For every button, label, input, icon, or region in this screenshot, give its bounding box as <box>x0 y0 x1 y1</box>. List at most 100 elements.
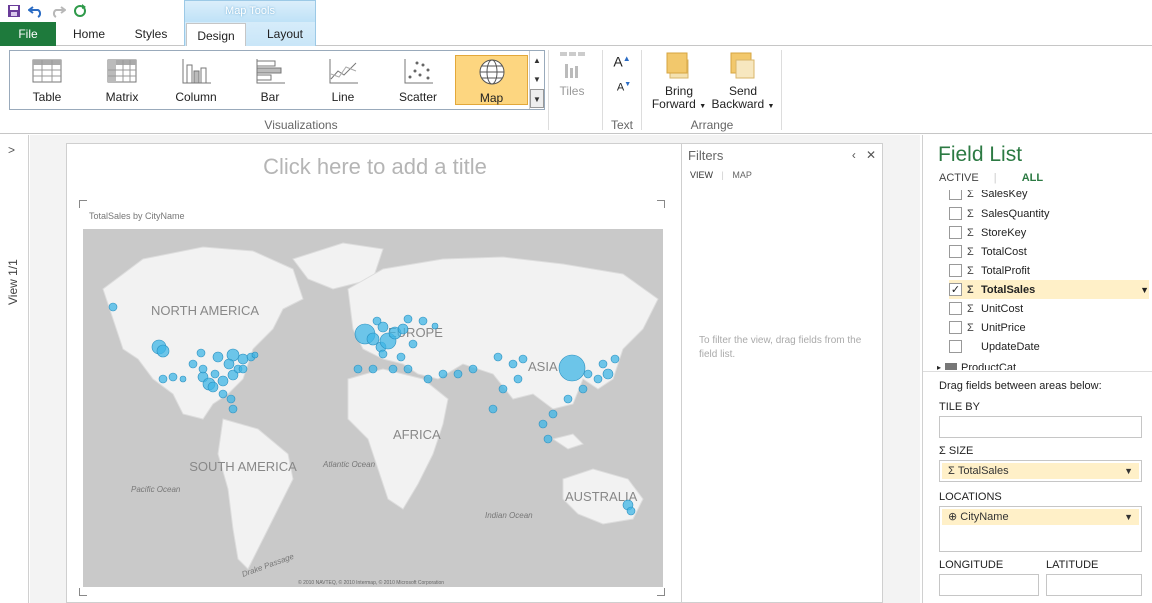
city-bubble[interactable] <box>212 351 224 363</box>
city-bubble[interactable] <box>198 364 208 374</box>
checkbox-checked[interactable]: ✓ <box>949 283 962 296</box>
gallery-more-icon[interactable]: ▼ <box>530 89 544 108</box>
city-bubble[interactable] <box>518 354 528 364</box>
resize-handle[interactable] <box>79 588 87 596</box>
resize-handle[interactable] <box>657 200 665 208</box>
locations-drop-zone[interactable]: ⊕ CityName ▼ <box>939 506 1142 552</box>
save-icon[interactable] <box>6 3 22 19</box>
city-bubble[interactable] <box>431 322 439 330</box>
map-visualization[interactable]: NORTH AMERICA EUROPE ASIA AFRICA SOUTH A… <box>83 229 663 587</box>
city-bubble[interactable] <box>397 323 409 335</box>
city-bubble[interactable] <box>228 404 238 414</box>
city-bubble[interactable] <box>626 506 636 516</box>
city-bubble[interactable] <box>453 369 463 379</box>
city-bubble[interactable] <box>158 374 168 384</box>
decrease-font-button[interactable]: A▼ <box>614 78 634 95</box>
field-row[interactable]: Σ UnitPrice <box>949 318 1149 337</box>
city-bubble[interactable] <box>251 351 259 359</box>
city-bubble[interactable] <box>488 404 498 414</box>
collapse-filters-icon[interactable]: ‹ <box>852 148 856 162</box>
viz-table-button[interactable]: Table <box>12 55 82 105</box>
city-bubble[interactable] <box>508 359 518 369</box>
city-bubble[interactable] <box>378 349 388 359</box>
city-bubble[interactable] <box>368 364 378 374</box>
city-bubble[interactable] <box>366 332 380 346</box>
viz-matrix-button[interactable]: Matrix <box>87 55 157 105</box>
city-bubble[interactable] <box>498 384 508 394</box>
city-bubble[interactable] <box>583 369 593 379</box>
city-bubble[interactable] <box>403 364 413 374</box>
viz-map-button[interactable]: Map <box>455 55 528 105</box>
city-bubble[interactable] <box>418 316 428 326</box>
checkbox[interactable] <box>949 302 962 315</box>
city-bubble[interactable] <box>468 364 478 374</box>
redo-icon[interactable] <box>50 3 66 19</box>
city-bubble[interactable] <box>353 364 363 374</box>
city-bubble[interactable] <box>408 339 418 349</box>
viz-line-button[interactable]: Line <box>308 55 378 105</box>
city-bubble[interactable] <box>538 419 548 429</box>
filters-tab-map[interactable]: MAP <box>732 170 752 180</box>
checkbox[interactable] <box>949 340 962 353</box>
field-row[interactable]: Σ TotalCost <box>949 242 1149 261</box>
field-row[interactable]: Σ StoreKey <box>949 223 1149 242</box>
resize-handle[interactable] <box>79 200 87 208</box>
city-bubble[interactable] <box>543 434 553 444</box>
field-row[interactable]: Σ UnitCost <box>949 299 1149 318</box>
viz-column-button[interactable]: Column <box>161 55 231 105</box>
checkbox[interactable] <box>949 245 962 258</box>
city-bubble[interactable] <box>563 394 573 404</box>
tile-by-drop-zone[interactable] <box>939 416 1142 438</box>
checkbox[interactable] <box>949 321 962 334</box>
city-bubble[interactable] <box>403 314 413 324</box>
field-row[interactable]: Σ TotalProfit <box>949 261 1149 280</box>
close-icon[interactable]: ✕ <box>866 148 876 162</box>
field-row[interactable]: Σ SalesQuantity <box>949 204 1149 223</box>
tab-file[interactable]: File <box>0 22 56 46</box>
city-bubble[interactable] <box>238 364 248 374</box>
gallery-scroll[interactable]: ▲ ▼ ▼ <box>529 51 544 109</box>
resize-handle[interactable] <box>657 588 665 596</box>
gallery-scroll-down-icon[interactable]: ▼ <box>530 70 544 89</box>
view-pane-collapsed[interactable]: > View 1/1 <box>0 135 29 603</box>
field-list-tab-all[interactable]: ALL <box>1022 172 1043 184</box>
locations-field-pill[interactable]: ⊕ CityName ▼ <box>942 509 1139 525</box>
city-bubble[interactable] <box>217 375 229 387</box>
tab-home[interactable]: Home <box>62 22 116 46</box>
longitude-drop-zone[interactable] <box>939 574 1039 596</box>
city-bubble[interactable] <box>438 369 448 379</box>
expand-chevron-icon[interactable]: > <box>8 143 15 157</box>
tab-design[interactable]: Design <box>186 23 246 47</box>
city-bubble[interactable] <box>179 375 187 383</box>
city-bubble[interactable] <box>558 354 586 382</box>
field-list-tab-active[interactable]: ACTIVE <box>939 172 979 184</box>
field-row-selected[interactable]: ✓ Σ TotalSales ▼ <box>949 280 1149 299</box>
city-bubble[interactable] <box>610 354 620 364</box>
city-bubble[interactable] <box>548 409 558 419</box>
city-bubble[interactable] <box>372 316 382 326</box>
city-bubble[interactable] <box>156 344 170 358</box>
city-bubble[interactable] <box>388 364 398 374</box>
size-field-pill[interactable]: Σ TotalSales ▼ <box>942 463 1139 479</box>
city-bubble[interactable] <box>493 352 503 362</box>
city-bubble[interactable] <box>168 372 178 382</box>
gallery-scroll-up-icon[interactable]: ▲ <box>530 51 544 70</box>
filters-tab-view[interactable]: VIEW <box>690 170 713 180</box>
city-bubble[interactable] <box>423 374 433 384</box>
chevron-down-icon[interactable]: ▼ <box>1124 509 1133 525</box>
field-row[interactable]: UpdateDate <box>949 337 1149 356</box>
tab-styles[interactable]: Styles <box>124 22 178 46</box>
refresh-icon[interactable] <box>72 3 88 19</box>
send-backward-button[interactable]: Send Backward ▼ <box>710 50 776 113</box>
city-bubble[interactable] <box>513 374 523 384</box>
city-bubble[interactable] <box>196 348 206 358</box>
city-bubble[interactable] <box>237 353 249 365</box>
city-bubble[interactable] <box>207 381 219 393</box>
city-bubble[interactable] <box>598 359 608 369</box>
field-row[interactable]: Σ SalesKey <box>949 190 1149 203</box>
tab-layout[interactable]: Layout <box>254 22 316 46</box>
title-placeholder[interactable]: Click here to add a title <box>67 154 683 180</box>
city-bubble[interactable] <box>188 359 198 369</box>
increase-font-button[interactable]: A▲ <box>612 52 632 69</box>
table-row[interactable]: ▸ ProductCat <box>937 358 1137 370</box>
